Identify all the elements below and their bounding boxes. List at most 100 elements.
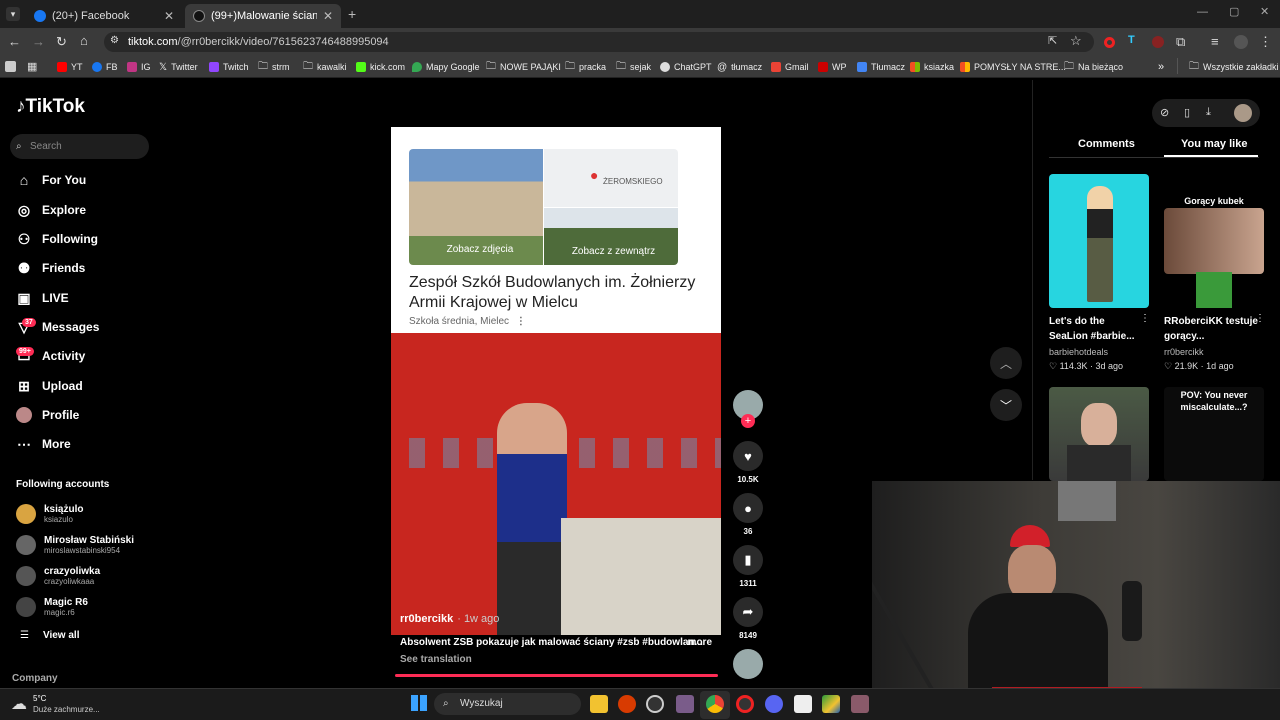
translate-extension-icon[interactable]: T — [1128, 34, 1135, 46]
app-icon[interactable] — [822, 695, 840, 713]
bookmark-chatgpt[interactable]: ChatGPT — [660, 59, 712, 75]
discord-icon[interactable] — [765, 695, 783, 713]
recommended-thumbnail[interactable] — [1164, 208, 1264, 274]
follow-plus-icon[interactable]: + — [741, 414, 755, 428]
recommended-title[interactable]: RRoberciKK testuje gorący... — [1164, 314, 1259, 344]
apps-icon[interactable]: ▦ — [27, 60, 37, 73]
reload-icon[interactable]: ↻ — [56, 34, 67, 50]
bookmark-twitch[interactable]: Twitch — [209, 59, 249, 75]
bookmark-sejak[interactable]: 🗀 sejak — [616, 59, 651, 75]
record-extension-icon[interactable] — [1104, 37, 1115, 48]
compass-icon[interactable]: ⊘ — [1160, 106, 1169, 119]
taskbar-search[interactable]: ⌕ Wyszukaj — [434, 693, 581, 715]
following-account[interactable]: crazyoliwka crazyoliwkaaa — [16, 564, 100, 588]
site-info-icon[interactable]: ⚙ — [110, 35, 119, 46]
bookmark-kawalki[interactable]: 🗀 kawalki — [303, 59, 347, 75]
tab-comments[interactable]: Comments — [1078, 138, 1135, 150]
app-icon[interactable] — [676, 695, 694, 713]
url-bar[interactable]: tiktok.com/@rr0bercikk/video/76156237464… — [104, 32, 1094, 52]
bookmark-fb[interactable]: FB — [92, 59, 118, 75]
back-icon[interactable]: ← — [8, 34, 21, 49]
tab-you-may-like[interactable]: You may like — [1181, 138, 1247, 150]
phone-icon[interactable]: ▯ — [1184, 106, 1190, 119]
minimize-icon[interactable]: — — [1197, 6, 1208, 18]
bookmark-pomysly[interactable]: POMYSŁY NA STRE... — [960, 59, 1066, 75]
opera-icon[interactable] — [736, 695, 754, 713]
search-input[interactable]: ⌕ Search — [10, 134, 149, 159]
install-app-icon[interactable]: ⇱ — [1048, 34, 1057, 47]
company-link[interactable]: Company — [12, 673, 58, 684]
video-progress-bar[interactable] — [395, 674, 718, 677]
profile-avatar[interactable] — [1234, 35, 1248, 49]
creator-avatar[interactable]: + — [733, 390, 763, 428]
home-icon[interactable]: ⌂ — [80, 33, 88, 48]
nav-more[interactable]: ⋯ More — [16, 434, 71, 454]
bookmark-pracka[interactable]: 🗀 pracka — [565, 59, 606, 75]
save-button[interactable]: ▮ 1311 — [733, 545, 763, 588]
weather-description[interactable]: Duże zachmurze... — [33, 705, 100, 714]
bookmark-ksiazka[interactable]: ksiazka — [910, 59, 954, 75]
recommended-title[interactable]: Let's do the SeaLion #barbie... — [1049, 314, 1144, 344]
bookmark-twitter[interactable]: 𝕏 Twitter — [159, 59, 198, 75]
bookmark-tlumacz[interactable]: @ tłumacz — [717, 59, 762, 75]
nav-live[interactable]: ▣ LIVE — [16, 288, 68, 308]
media-icon[interactable]: ≡ — [1211, 34, 1219, 49]
following-account[interactable]: Magic R6 magic.r6 — [16, 595, 88, 619]
maximize-icon[interactable]: ▢ — [1229, 5, 1239, 18]
recommended-thumbnail[interactable] — [1049, 174, 1149, 308]
app-icon[interactable] — [794, 695, 812, 713]
nav-following[interactable]: ⚇ Following — [16, 229, 98, 249]
sidebar-icon[interactable] — [5, 61, 16, 72]
extension-icon[interactable] — [1152, 36, 1164, 48]
extensions-icon[interactable]: ⧉ — [1176, 34, 1185, 50]
bookmark-wp[interactable]: WP — [818, 59, 847, 75]
like-button[interactable]: ♥ 10.5K — [733, 441, 763, 484]
recommended-author[interactable]: barbiehotdeals — [1049, 347, 1108, 357]
menu-icon[interactable]: ⋮ — [1259, 34, 1272, 50]
close-icon[interactable]: ✕ — [323, 9, 333, 23]
bookmark-na-biezaco[interactable]: 🗀 Na bieżąco — [1064, 59, 1123, 75]
nav-for-you[interactable]: ⌂ For You — [16, 170, 86, 190]
obs-icon[interactable] — [646, 695, 664, 713]
see-translation-link[interactable]: See translation — [400, 654, 472, 665]
bookmark-nowe-pajaki[interactable]: 🗀 NOWE PAJĄKI — [486, 59, 561, 75]
video-player[interactable]: Zobacz zdjęcia ● ŻEROMSKIEGO Zobacz z ze… — [391, 127, 721, 635]
more-options-icon[interactable]: ⋮ — [1140, 313, 1150, 324]
app-icon[interactable] — [851, 695, 869, 713]
tab-tiktok[interactable]: (99+)Malowanie ścian z Absolw ✕ — [185, 4, 341, 28]
bookmark-yt[interactable]: YT — [57, 59, 83, 75]
following-account[interactable]: Mirosław Stabiński miroslawstabinski954 — [16, 533, 134, 557]
profile-avatar[interactable] — [1234, 104, 1252, 122]
bookmark-ig[interactable]: IG — [127, 59, 151, 75]
close-icon[interactable]: ✕ — [164, 9, 174, 23]
file-explorer-icon[interactable] — [590, 695, 608, 713]
windows-start-icon[interactable] — [411, 695, 427, 711]
nav-friends[interactable]: ⚉ Friends — [16, 258, 86, 278]
all-bookmarks[interactable]: 🗀 Wszystkie zakładki — [1189, 59, 1279, 75]
new-tab-button[interactable]: + — [348, 6, 356, 22]
forward-icon[interactable]: → — [32, 34, 45, 49]
view-all-link[interactable]: ☰ View all — [20, 630, 79, 641]
tiktok-logo[interactable]: ♪TikTok — [16, 96, 85, 118]
chrome-icon[interactable] — [706, 695, 724, 713]
sound-avatar[interactable] — [733, 649, 763, 679]
recommended-thumbnail[interactable] — [1049, 387, 1149, 481]
next-video-button[interactable]: ﹀ — [990, 389, 1022, 421]
bookmark-star-icon[interactable]: ☆ — [1070, 33, 1082, 49]
bookmark-gmail[interactable]: Gmail — [771, 59, 809, 75]
previous-video-button[interactable]: ︿ — [990, 347, 1022, 379]
more-button[interactable]: more — [688, 637, 712, 648]
window-close-icon[interactable]: ✕ — [1260, 5, 1269, 18]
tab-search-icon[interactable]: ▾ — [6, 7, 20, 21]
more-options-icon[interactable]: ⋮ — [1255, 313, 1265, 324]
nav-upload[interactable]: ⊞ Upload — [16, 376, 83, 396]
tab-facebook[interactable]: (20+) Facebook ✕ — [26, 4, 182, 28]
bookmark-maps[interactable]: Mapy Google — [412, 59, 480, 75]
bookmark-strm[interactable]: 🗀 strm — [258, 59, 290, 75]
bookmark-tlumacz-2[interactable]: Tłumacz — [857, 59, 905, 75]
download-icon[interactable]: ⤓ — [1206, 106, 1211, 119]
nav-explore[interactable]: ◎ Explore — [16, 200, 86, 220]
app-icon[interactable] — [618, 695, 636, 713]
following-account[interactable]: książulo ksiazulo — [16, 502, 83, 526]
share-button[interactable]: ➦ 8149 — [733, 597, 763, 640]
